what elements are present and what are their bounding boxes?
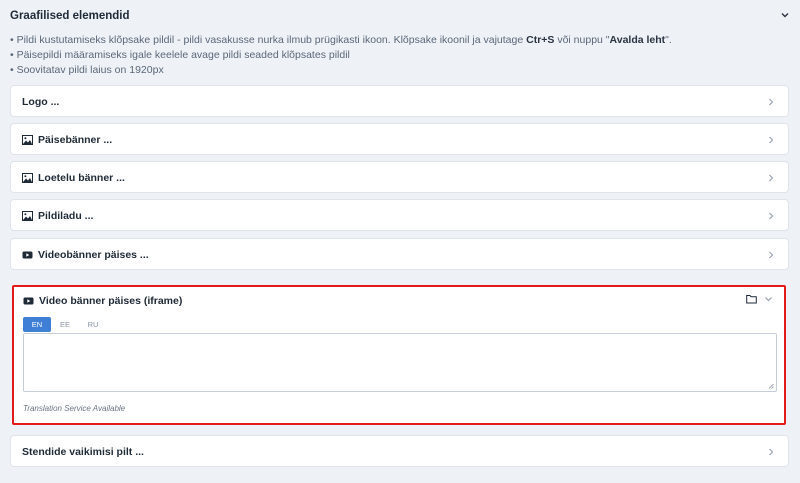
- youtube-icon: [23, 297, 34, 305]
- tab-ru[interactable]: RU: [79, 317, 107, 332]
- chevron-right-icon: [769, 448, 774, 456]
- panel-video-banner[interactable]: Videobänner päises ...: [10, 238, 789, 270]
- translation-service-note: Translation Service Available: [23, 404, 126, 413]
- image-icon: [22, 135, 33, 145]
- panel-title: Video bänner päises (iframe): [39, 295, 183, 307]
- section-header[interactable]: Graafilised elemendid: [0, 0, 800, 32]
- chevron-right-icon: [769, 212, 774, 220]
- image-icon: [22, 173, 33, 183]
- panel-title: Logo ...: [22, 96, 60, 108]
- tab-ee[interactable]: EE: [51, 317, 79, 332]
- youtube-icon: [22, 251, 33, 259]
- panel-image-gallery[interactable]: Pildiladu ...: [10, 199, 789, 231]
- note-width: • Soovitatav pildi laius on 1920px: [10, 64, 164, 76]
- panel-title: Stendide vaikimisi pilt ...: [22, 446, 144, 458]
- help-notes: • Pildi kustutamiseks klõpsake pildil - …: [10, 33, 672, 78]
- panel-title: Päisebänner ...: [38, 134, 113, 146]
- iframe-textarea[interactable]: [23, 333, 777, 392]
- panel-list-banner[interactable]: Loetelu bänner ...: [10, 161, 789, 193]
- panel-title: Pildiladu ...: [38, 210, 94, 222]
- folder-icon[interactable]: [746, 294, 757, 304]
- chevron-right-icon: [769, 174, 774, 182]
- chevron-right-icon: [769, 98, 774, 106]
- tab-en[interactable]: EN: [23, 317, 51, 332]
- image-icon: [22, 211, 33, 221]
- panel-title: Loetelu bänner ...: [38, 172, 125, 184]
- note-header-image: • Päisepildi määramiseks igale keelele a…: [10, 49, 350, 61]
- chevron-down-icon[interactable]: [779, 9, 791, 21]
- language-tabs: EN EE RU: [23, 317, 107, 332]
- chevron-right-icon: [769, 136, 774, 144]
- panel-video-banner-iframe: Video bänner päises (iframe) EN EE RU Tr…: [12, 285, 786, 425]
- panel-stand-default-image[interactable]: Stendide vaikimisi pilt ...: [10, 435, 789, 467]
- chevron-down-icon[interactable]: [764, 295, 773, 303]
- note-delete: • Pildi kustutamiseks klõpsake pildil - …: [10, 34, 672, 46]
- panel-logo[interactable]: Logo ...: [10, 85, 789, 117]
- section-title: Graafilised elemendid: [10, 10, 130, 22]
- resize-grip-icon[interactable]: [768, 383, 774, 389]
- panel-header-banner[interactable]: Päisebänner ...: [10, 123, 789, 155]
- panel-title: Videobänner päises ...: [38, 249, 149, 261]
- chevron-right-icon: [769, 251, 774, 259]
